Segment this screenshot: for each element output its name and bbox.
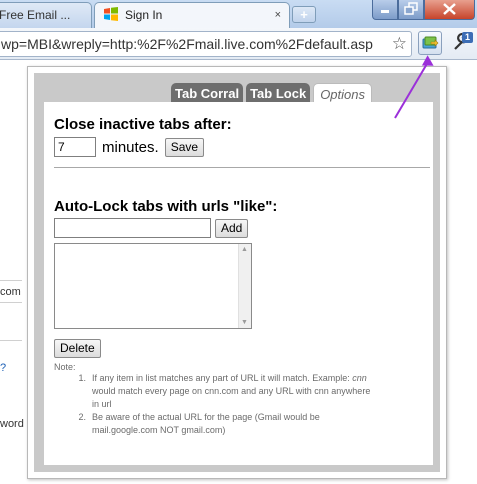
- note-text: Be aware of the actual URL for the page …: [92, 412, 320, 435]
- url-row: Add: [54, 218, 423, 238]
- note-number: 1.: [78, 373, 86, 383]
- divider: [0, 280, 22, 281]
- close-tab-icon[interactable]: ×: [275, 3, 281, 27]
- close-inactive-heading: Close inactive tabs after:: [54, 116, 232, 133]
- list-item: 2. Be aware of the actual URL for the pa…: [66, 411, 423, 437]
- browser-toolbar: wp=MBI&wreply=http:%2F%2Fmail.live.com%2…: [0, 28, 477, 60]
- window-controls: [372, 0, 475, 20]
- minimize-icon: [381, 10, 389, 13]
- note-number: 2.: [78, 412, 86, 422]
- list-scrollbar[interactable]: ▲ ▼: [238, 244, 251, 328]
- add-button[interactable]: Add: [215, 218, 249, 238]
- note-text: If any item in list matches any part of …: [92, 372, 372, 411]
- bg-link-question[interactable]: ?: [0, 362, 6, 374]
- note-example: cnn: [352, 373, 367, 383]
- auto-lock-heading: Auto-Lock tabs with urls "like":: [54, 198, 278, 215]
- address-bar[interactable]: wp=MBI&wreply=http:%2F%2Fmail.live.com%2…: [0, 31, 412, 57]
- url-pattern-input[interactable]: [54, 218, 211, 238]
- tab-label: Sign In: [125, 8, 163, 22]
- url-pattern-list[interactable]: ▲ ▼: [54, 243, 252, 329]
- save-button[interactable]: Save: [164, 137, 205, 157]
- minutes-input[interactable]: [54, 137, 96, 157]
- close-window-button[interactable]: [424, 0, 475, 20]
- bg-text-com: com: [0, 286, 21, 298]
- options-panel: Close inactive tabs after: minutes. Save…: [44, 102, 433, 465]
- scroll-down-icon[interactable]: ▼: [241, 319, 248, 326]
- notes-list: 1. If any item in list matches any part …: [66, 372, 423, 437]
- restore-icon: [404, 2, 418, 15]
- windows-logo-icon: [103, 6, 119, 22]
- tab-free-email[interactable]: Free Email ...: [0, 2, 92, 28]
- divider: [0, 340, 22, 341]
- list-item: 1. If any item in list matches any part …: [66, 372, 423, 411]
- bg-text-word: word: [0, 418, 24, 430]
- tab-corral-extension-button[interactable]: [418, 31, 442, 55]
- tab-sign-in[interactable]: Sign In ×: [94, 2, 290, 28]
- extension-popup: Tab Corral Tab Lock Options Close inacti…: [27, 66, 447, 479]
- delete-button[interactable]: Delete: [54, 339, 101, 358]
- update-badge: 1: [462, 32, 473, 43]
- note-text-part: would match every page on cnn.com and an…: [92, 386, 371, 409]
- section-divider: [54, 167, 430, 168]
- scroll-up-icon[interactable]: ▲: [241, 246, 248, 253]
- close-icon: [443, 3, 456, 15]
- url-text: wp=MBI&wreply=http:%2F%2Fmail.live.com%2…: [1, 36, 373, 52]
- note-text-part: If any item in list matches any part of …: [92, 373, 353, 383]
- settings-menu-button[interactable]: 1: [450, 31, 476, 55]
- divider: [0, 302, 22, 303]
- title-bar: Free Email ... Sign In × +: [0, 0, 477, 28]
- bookmark-star-icon[interactable]: ☆: [389, 32, 407, 56]
- minutes-label: minutes.: [102, 138, 159, 156]
- note-title: Note:: [54, 362, 76, 372]
- maximize-button[interactable]: [398, 0, 424, 20]
- tab-corral-extension-icon: [422, 36, 439, 49]
- tab-label: Free Email ...: [0, 8, 71, 22]
- minimize-button[interactable]: [372, 0, 398, 20]
- minutes-row: minutes. Save: [54, 137, 423, 157]
- popup-frame: Tab Corral Tab Lock Options Close inacti…: [34, 73, 440, 472]
- new-tab-button[interactable]: +: [292, 6, 316, 23]
